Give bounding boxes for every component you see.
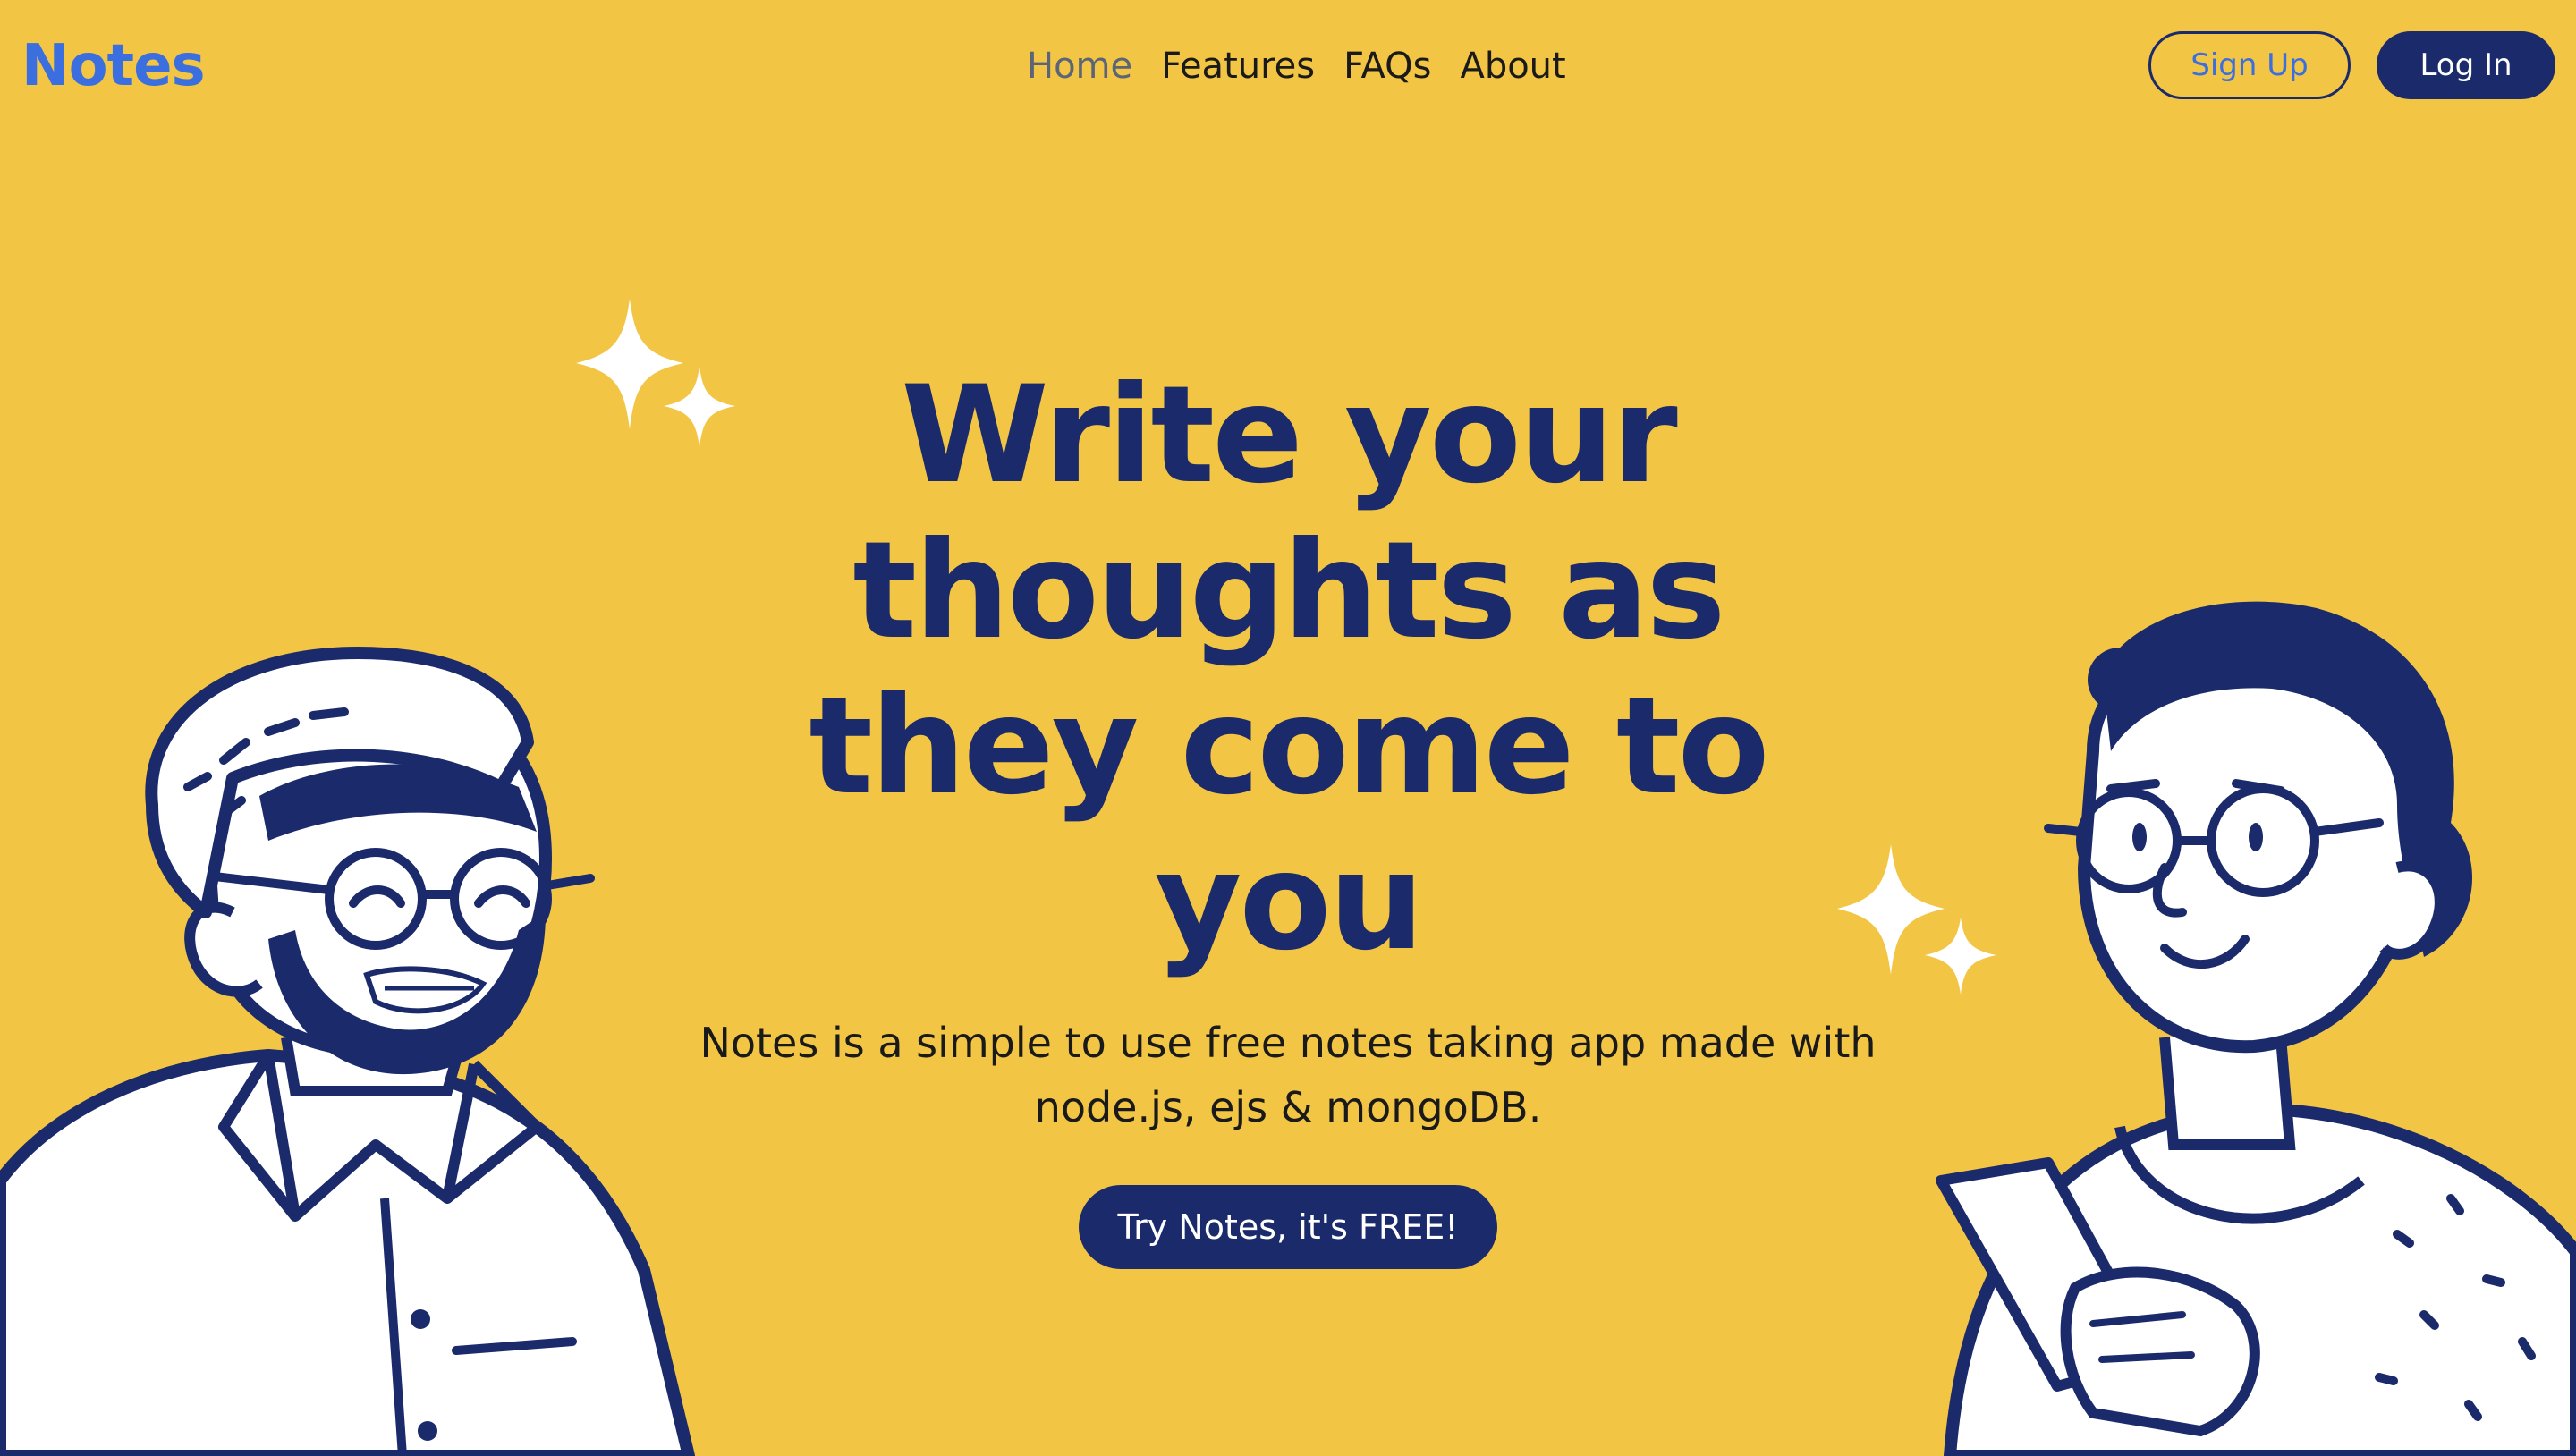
nav-item-features[interactable]: Features	[1161, 41, 1315, 91]
try-notes-button[interactable]: Try Notes, it's FREE!	[1079, 1185, 1497, 1269]
nav-item-about[interactable]: About	[1460, 41, 1565, 91]
hero-title: Write your thoughts as they come to you	[809, 358, 1769, 980]
top-navbar: Notes Home Features FAQs About Sign Up L…	[0, 0, 2576, 134]
hero-subtitle: Notes is a simple to use free notes taki…	[699, 1019, 1877, 1131]
log-in-button[interactable]: Log In	[2377, 31, 2555, 99]
nav-item-home[interactable]: Home	[1027, 41, 1132, 91]
sign-up-button[interactable]: Sign Up	[2148, 31, 2351, 99]
nav-item-faqs[interactable]: FAQs	[1343, 41, 1431, 91]
man-illustration	[0, 647, 695, 1456]
main-nav: Home Features FAQs About	[1027, 41, 1566, 91]
woman-illustration	[1936, 601, 2576, 1456]
logo[interactable]: Notes	[21, 34, 206, 98]
